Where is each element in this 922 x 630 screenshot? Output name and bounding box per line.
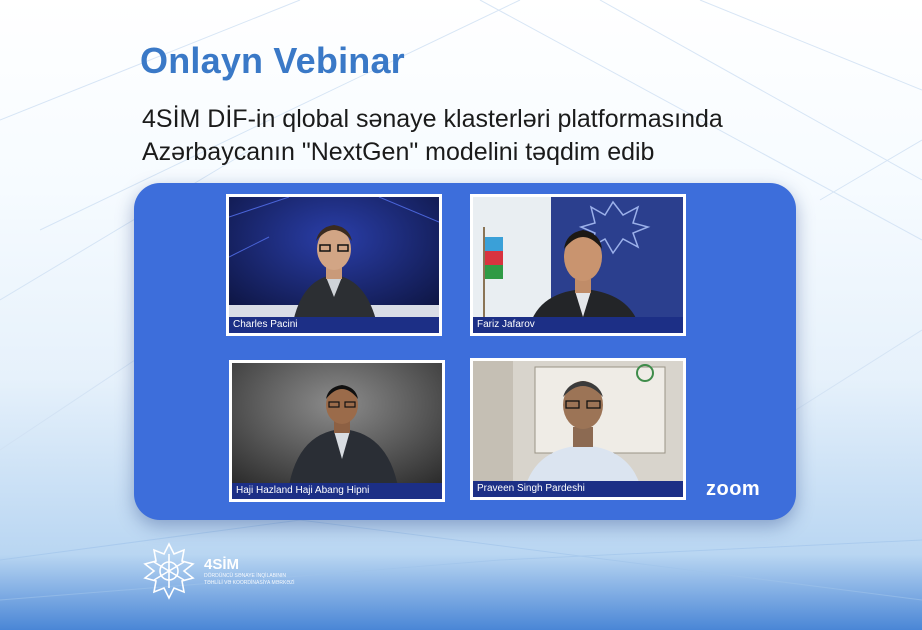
zoom-logo: zoom bbox=[706, 478, 761, 500]
participant-video bbox=[473, 197, 683, 333]
video-tile[interactable]: Charles Pacini bbox=[226, 194, 442, 336]
logo-tagline-2: TƏHLİLİ VƏ KOORDİNASİYA MƏRKƏZİ bbox=[204, 580, 295, 586]
headline: 4SİM DİF-in qlobal sənaye klasterləri pl… bbox=[142, 103, 842, 169]
logo-name: 4SİM bbox=[204, 556, 240, 573]
participant-name: Haji Hazland Haji Abang Hipni bbox=[232, 483, 442, 499]
headline-line-2: Azərbaycanın "NextGen" modelini təqdim e… bbox=[142, 138, 655, 166]
logo-tagline-1: DÖRDÜNCÜ SƏNAYE İNQİLABININ bbox=[204, 573, 287, 579]
footer-logo-text: 4SİM DÖRDÜNCÜ SƏNAYE İNQİLABININ TƏHLİLİ… bbox=[204, 556, 334, 587]
participant-video bbox=[232, 363, 442, 499]
participant-video bbox=[473, 361, 683, 497]
participant-video bbox=[229, 197, 439, 333]
snowflake-ornament-icon bbox=[143, 542, 195, 600]
headline-line-1: 4SİM DİF-in qlobal sənaye klasterləri pl… bbox=[142, 105, 723, 133]
video-tile[interactable]: Fariz Jafarov bbox=[470, 194, 686, 336]
video-tile[interactable]: Praveen Singh Pardeshi bbox=[470, 358, 686, 500]
participant-name: Praveen Singh Pardeshi bbox=[473, 481, 683, 497]
participant-name: Charles Pacini bbox=[229, 317, 439, 333]
video-tile[interactable]: Haji Hazland Haji Abang Hipni bbox=[229, 360, 445, 502]
page-title: Onlayn Vebinar bbox=[140, 40, 405, 81]
participant-name: Fariz Jafarov bbox=[473, 317, 683, 333]
